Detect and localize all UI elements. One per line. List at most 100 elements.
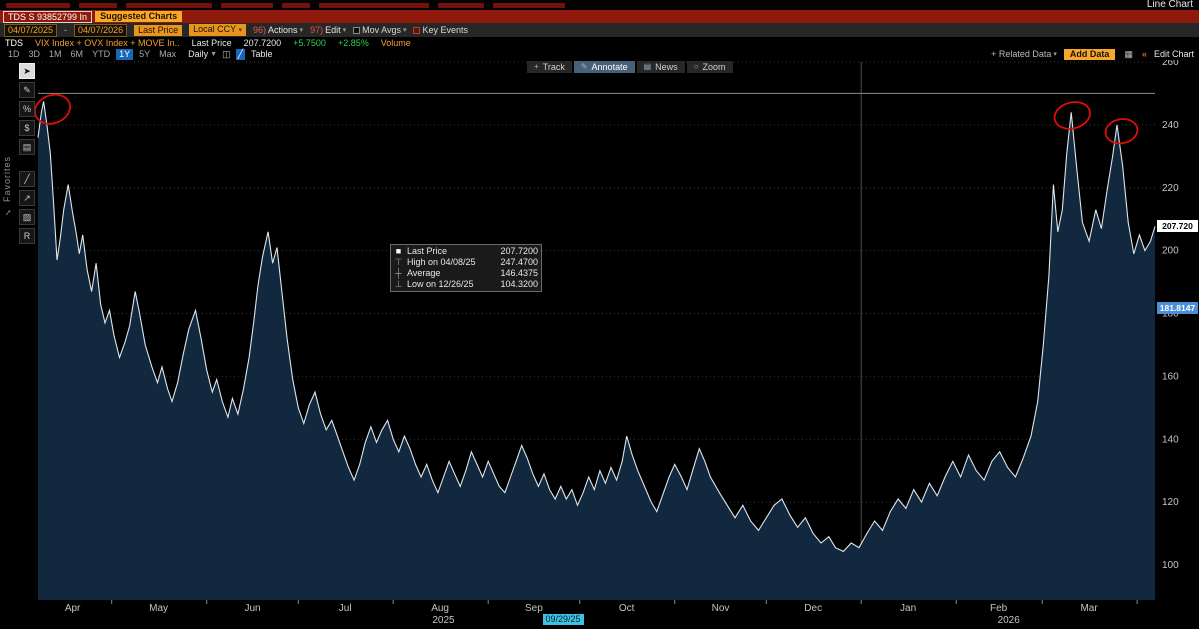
svg-text:Feb: Feb — [990, 603, 1008, 614]
edit-chart-button[interactable]: Edit Chart — [1154, 49, 1194, 59]
command-suggestion[interactable]: Suggested Charts — [95, 11, 183, 22]
legend-ticker[interactable]: TDS — [5, 38, 23, 48]
svg-text:Sep: Sep — [525, 603, 543, 614]
tool-pencil-icon[interactable]: ✎ — [19, 82, 35, 98]
status-text-fragment — [79, 2, 117, 8]
candlestick-chart-icon[interactable]: ◫ — [220, 49, 233, 60]
tooltip-row-last-price: ■ Last Price 207.7200 — [394, 246, 538, 257]
range-tab-1m[interactable]: 1M — [46, 49, 65, 60]
tooltip-label: Low on 12/26/25 — [407, 279, 474, 289]
related-data-button[interactable]: + Related Data ▾ — [991, 49, 1057, 59]
status-text-fragment — [493, 2, 565, 8]
svg-text:220: 220 — [1162, 183, 1179, 194]
key-events-label: Key Events — [422, 25, 469, 35]
date-from-field[interactable]: 04/07/2025 — [4, 23, 58, 37]
range-tab-1y[interactable]: 1Y — [116, 48, 134, 60]
edit-menu[interactable]: 97) Edit ▾ — [310, 25, 346, 35]
average-marker-icon: ┼ — [395, 268, 402, 278]
svg-text:Jun: Jun — [244, 603, 260, 614]
range-tab-6m[interactable]: 6M — [68, 49, 87, 60]
svg-text:260: 260 — [1162, 60, 1179, 68]
red-circle-annotations[interactable] — [31, 90, 1140, 146]
track-button[interactable]: + Track — [527, 61, 572, 73]
actions-menu-number: 96) — [253, 25, 267, 35]
legend-compare-securities[interactable]: VIX Index + OVX Index + MOVE In.. — [35, 38, 180, 48]
date-to-field[interactable]: 04/07/2026 — [74, 23, 128, 37]
price-chart[interactable]: 100120140160180200220240260 Apr May Jun Jul A… — [0, 60, 1199, 629]
key-events-checkbox[interactable]: Key Events — [413, 25, 468, 35]
tool-note[interactable]: ▤ — [19, 139, 35, 155]
tool-price-range[interactable]: $ — [19, 120, 35, 136]
zoom-label: Zoom — [702, 62, 726, 72]
status-line-illegible-text — [6, 2, 574, 8]
date-range-separator: - — [64, 25, 68, 35]
pencil-icon: ✎ — [580, 62, 588, 71]
axis-price-badge: 207.720 — [1157, 220, 1198, 233]
ticker-input[interactable]: TDS S 93852799 In — [3, 10, 93, 23]
periodicity-dropdown[interactable]: Daily ▼ — [188, 49, 217, 59]
status-text-fragment — [319, 2, 429, 8]
checkbox-icon — [413, 26, 421, 34]
edit-menu-number: 97) — [310, 25, 324, 35]
annotation-toolbar: ➤ ✎ % $ ▤ ╱ ↗ ▨ R — [19, 63, 35, 244]
svg-text:160: 160 — [1162, 371, 1179, 382]
range-tab-ytd[interactable]: YTD — [89, 49, 113, 60]
status-text-fragment — [438, 2, 484, 8]
chevron-down-icon: ▼ — [210, 50, 218, 58]
svg-text:May: May — [149, 603, 168, 614]
svg-text:Apr: Apr — [65, 603, 81, 614]
legend-change-pct: +2.85% — [337, 37, 369, 48]
actions-menu-label: Actions — [268, 25, 298, 35]
news-button[interactable]: ▤ News — [636, 61, 685, 73]
tooltip-value: 146.4375 — [500, 268, 538, 278]
favorites-tab[interactable]: ✓ Favorites — [2, 156, 12, 217]
actions-menu[interactable]: 96) Actions ▾ — [253, 25, 303, 35]
tool-arrow[interactable]: ↗ — [19, 190, 35, 206]
svg-text:Jul: Jul — [339, 603, 352, 614]
chevron-down-icon: ▾ — [1053, 51, 1057, 58]
svg-text:120: 120 — [1162, 497, 1179, 508]
svg-text:2026: 2026 — [998, 615, 1021, 626]
chart-legend-row: TDS VIX Index + OVX Index + MOVE In.. La… — [0, 37, 1199, 48]
status-text-fragment — [6, 2, 70, 8]
crosshair-icon: + — [534, 62, 539, 71]
tooltip-row-low: ⊥ Low on 12/26/25 104.3200 — [394, 279, 538, 290]
annotation-date-marker[interactable]: 09/29/25 — [542, 614, 584, 625]
tool-cursor[interactable]: ➤ — [19, 63, 35, 79]
red-circle-annotation — [34, 93, 71, 125]
periodicity-label: Daily — [188, 49, 209, 59]
magnifier-icon: ○ — [693, 62, 699, 71]
tool-pattern[interactable]: ▨ — [19, 209, 35, 225]
y-axis-labels: 100120140160180200220240260 — [1162, 60, 1179, 571]
svg-text:Aug: Aug — [431, 603, 449, 614]
chevrons-left-icon[interactable]: « — [1142, 49, 1147, 59]
tooltip-value: 247.4700 — [500, 257, 538, 267]
chart-area[interactable]: 100 120 140 160 180 200 220 240 260 Apr May Jun Jul A… — [0, 60, 1199, 629]
tool-regression[interactable]: R — [19, 228, 35, 244]
currency-dropdown[interactable]: Local CCY ▾ — [189, 24, 247, 36]
price-field-dropdown[interactable]: Last Price — [134, 24, 183, 36]
grid-icon[interactable]: ▦ — [1122, 49, 1135, 60]
range-tab-3d[interactable]: 3D — [26, 49, 44, 60]
mov-avgs-checkbox[interactable]: Mov Avgs ▾ — [353, 25, 406, 35]
table-button[interactable]: Table — [251, 49, 273, 59]
command-bar[interactable]: TDS S 93852799 In Suggested Charts — [0, 10, 1199, 23]
tooltip-value: 104.3200 — [500, 279, 538, 289]
line-chart-icon[interactable]: ╱ — [235, 48, 245, 60]
range-tab-5y[interactable]: 5Y — [136, 49, 153, 60]
tool-percent-range[interactable]: % — [19, 101, 35, 117]
range-tab-max[interactable]: Max — [156, 49, 179, 60]
annotate-button[interactable]: ✎ Annotate — [573, 61, 635, 73]
red-circle-annotation — [1104, 118, 1139, 145]
zoom-button[interactable]: ○ Zoom — [686, 61, 733, 73]
square-marker-icon: ■ — [395, 246, 402, 256]
status-text-fragment — [126, 2, 212, 8]
legend-last-price: 207.7200 — [243, 37, 282, 48]
legend-volume-label[interactable]: Volume — [381, 38, 411, 48]
price-area-fill — [38, 101, 1155, 601]
chart-mode-buttons: + Track ✎ Annotate ▤ News ○ Zoom — [527, 61, 733, 73]
add-data-button[interactable]: Add Data — [1063, 48, 1116, 60]
range-toolbar: 1D 3D 1M 6M YTD 1Y 5Y Max Daily ▼ ◫ ╱ Ta… — [0, 48, 1199, 60]
range-tab-1d[interactable]: 1D — [5, 49, 23, 60]
tool-trendline[interactable]: ╱ — [19, 171, 35, 187]
